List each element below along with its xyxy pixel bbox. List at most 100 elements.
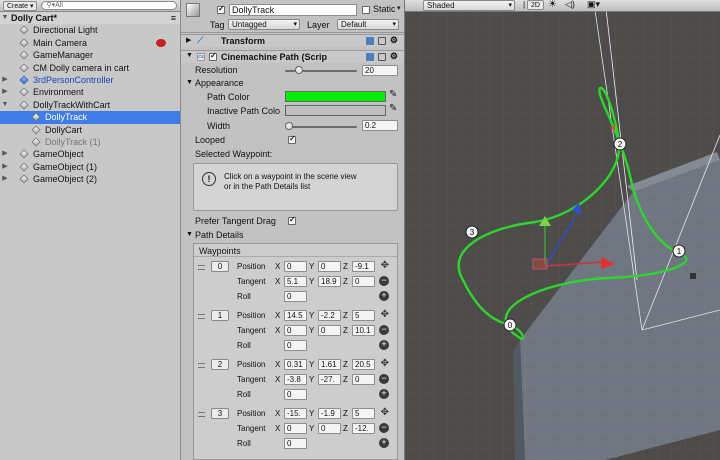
collapse-arrow-icon[interactable]: ▶	[1, 148, 9, 160]
tangent-y-field[interactable]: 0	[318, 423, 341, 434]
move-tool-icon[interactable]: ✥	[381, 309, 389, 320]
waypoint-marker[interactable]: 3	[465, 225, 479, 239]
prefer-tangent-checkbox[interactable]	[288, 215, 296, 225]
roll-field[interactable]: 0	[284, 340, 307, 351]
position-z-field[interactable]: 5	[352, 408, 375, 419]
create-button[interactable]: Create ▾	[3, 0, 38, 11]
collapse-arrow-icon[interactable]: ▶	[1, 173, 9, 185]
waypoint-index-button[interactable]: 0	[211, 261, 229, 272]
expand-arrow-icon[interactable]: ▼	[1, 99, 9, 111]
position-z-field[interactable]: -9.1	[352, 261, 375, 272]
hierarchy-item[interactable]: ▶ 3rdPersonController	[0, 74, 180, 86]
hierarchy-item[interactable]: GameManager	[0, 49, 180, 61]
collapse-arrow-icon[interactable]: ▶	[1, 74, 9, 86]
help-book-icon[interactable]	[366, 37, 374, 45]
add-waypoint-icon[interactable]: +	[379, 340, 389, 350]
hierarchy-item[interactable]: Directional Light	[0, 24, 180, 36]
add-waypoint-icon[interactable]: +	[379, 389, 389, 399]
roll-field[interactable]: 0	[284, 438, 307, 449]
position-x-field[interactable]: 14.5	[284, 310, 307, 321]
settings-gear-icon[interactable]: ⚙	[390, 51, 398, 62]
width-slider[interactable]	[289, 126, 357, 128]
expand-arrow-icon[interactable]: ▼	[1, 12, 9, 24]
hierarchy-item[interactable]: ▶ Environment	[0, 86, 180, 98]
object-name-field[interactable]: DollyTrack	[229, 4, 357, 16]
drag-handle-icon[interactable]	[198, 265, 205, 270]
scene-row[interactable]: ▼ Dolly Cart* ≡	[0, 12, 180, 25]
position-y-field[interactable]: 1.61	[318, 359, 341, 370]
remove-waypoint-icon[interactable]: −	[379, 374, 389, 384]
tangent-y-field[interactable]: 18.9	[318, 276, 341, 287]
tangent-z-field[interactable]: 10.1	[352, 325, 375, 336]
drag-handle-icon[interactable]	[198, 363, 205, 368]
expand-arrow-icon[interactable]: ▼	[186, 231, 193, 238]
tangent-z-field[interactable]: -12.	[352, 423, 375, 434]
static-dropdown-icon[interactable]: ▾	[397, 4, 401, 12]
hierarchy-item[interactable]: DollyCart	[0, 124, 180, 136]
hierarchy-item[interactable]: ▶ GameObject (2)	[0, 173, 180, 185]
cinemachine-path-header[interactable]: ▼ cs Cinemachine Path (Scrip ⚙	[181, 50, 404, 63]
position-x-field[interactable]: -15.	[284, 408, 307, 419]
active-checkbox[interactable]	[217, 4, 225, 14]
hierarchy-item[interactable]: ▶ GameObject	[0, 148, 180, 160]
expand-arrow-icon[interactable]: ▼	[186, 52, 193, 59]
waypoint-index-button[interactable]: 1	[211, 310, 229, 321]
transform-header[interactable]: ▶ ⟋ Transform ⚙	[181, 34, 404, 47]
remove-waypoint-icon[interactable]: −	[379, 423, 389, 433]
tangent-y-field[interactable]: 0	[318, 325, 341, 336]
add-waypoint-icon[interactable]: +	[379, 438, 389, 448]
collapse-arrow-icon[interactable]: ▶	[1, 161, 9, 173]
layer-dropdown[interactable]: Default	[337, 19, 399, 30]
inactive-color-swatch[interactable]	[285, 105, 386, 116]
eyedropper-icon[interactable]: ✎	[389, 89, 397, 100]
collapse-arrow-icon[interactable]: ▶	[1, 86, 9, 98]
eyedropper-icon[interactable]: ✎	[389, 103, 397, 114]
tangent-x-field[interactable]: 0	[284, 325, 307, 336]
waypoint-marker[interactable]: 0	[503, 318, 517, 332]
tangent-z-field[interactable]: 0	[352, 276, 375, 287]
gizmo-plane-handle[interactable]	[532, 258, 548, 270]
drag-handle-icon[interactable]	[198, 412, 205, 417]
width-slider-thumb[interactable]	[285, 122, 293, 130]
scene-object[interactable]	[690, 273, 696, 279]
shading-mode-dropdown[interactable]: Shaded	[423, 0, 515, 11]
path-color-swatch[interactable]	[285, 91, 386, 102]
tangent-x-field[interactable]: 0	[284, 423, 307, 434]
width-field[interactable]: 0.2	[362, 120, 398, 131]
waypoint-marker[interactable]: 1	[672, 244, 686, 258]
preset-icon[interactable]	[378, 37, 386, 45]
remove-waypoint-icon[interactable]: −	[379, 276, 389, 286]
tangent-x-field[interactable]: 5.1	[284, 276, 307, 287]
roll-field[interactable]: 0	[284, 291, 307, 302]
hierarchy-item[interactable]: CM Dolly camera in cart	[0, 62, 180, 74]
component-enabled-checkbox[interactable]	[209, 51, 217, 61]
waypoint-index-button[interactable]: 3	[211, 408, 229, 419]
position-y-field[interactable]: -2.2	[318, 310, 341, 321]
position-x-field[interactable]: 0	[284, 261, 307, 272]
position-z-field[interactable]: 20.5	[352, 359, 375, 370]
hierarchy-search-input[interactable]: ⚲▾All	[41, 1, 177, 10]
waypoint-marker[interactable]: 2	[613, 137, 627, 151]
expand-arrow-icon[interactable]: ▼	[186, 79, 193, 86]
hierarchy-item[interactable]: DollyTrack	[0, 111, 180, 124]
2d-toggle-button[interactable]: 2D	[527, 0, 544, 10]
move-tool-icon[interactable]: ✥	[381, 358, 389, 369]
add-waypoint-icon[interactable]: +	[379, 291, 389, 301]
audio-toggle-icon[interactable]: ◁)	[565, 0, 575, 10]
tangent-x-field[interactable]: -3.8	[284, 374, 307, 385]
lighting-toggle-icon[interactable]: ☀	[548, 0, 557, 10]
tag-dropdown[interactable]: Untagged	[228, 19, 300, 30]
position-x-field[interactable]: 0.31	[284, 359, 307, 370]
collapse-arrow-icon[interactable]: ▶	[186, 36, 191, 44]
tangent-z-field[interactable]: 0	[352, 374, 375, 385]
roll-field[interactable]: 0	[284, 389, 307, 400]
move-tool-icon[interactable]: ✥	[381, 260, 389, 271]
resolution-field[interactable]: 20	[362, 65, 398, 76]
effects-dropdown-icon[interactable]: ▣▾	[587, 0, 600, 10]
tangent-y-field[interactable]: -27.	[318, 374, 341, 385]
preset-icon[interactable]	[378, 53, 386, 61]
settings-gear-icon[interactable]: ⚙	[390, 35, 398, 46]
resolution-slider-thumb[interactable]	[295, 66, 304, 74]
drag-handle-icon[interactable]	[198, 314, 205, 319]
help-book-icon[interactable]	[366, 53, 374, 61]
